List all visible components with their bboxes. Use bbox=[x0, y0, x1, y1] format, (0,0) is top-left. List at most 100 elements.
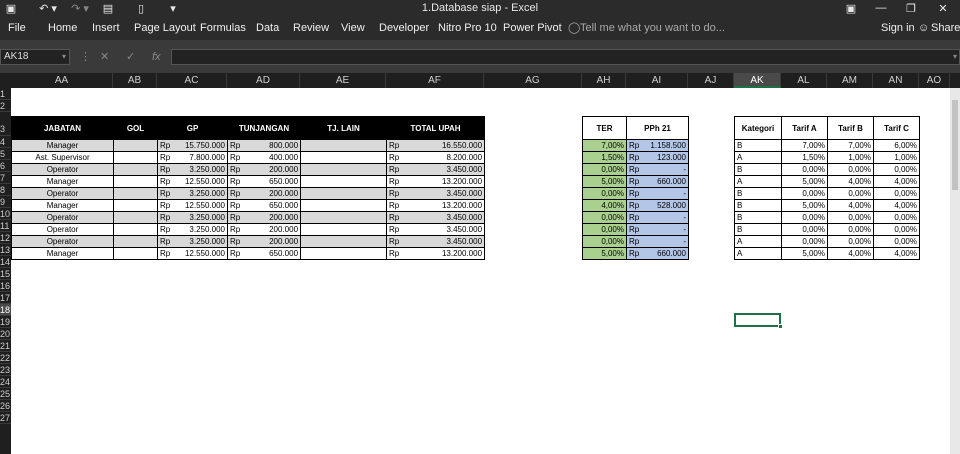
column-header[interactable]: AJ bbox=[688, 73, 734, 88]
currency-cell[interactable]: Rp bbox=[626, 211, 643, 224]
currency-cell[interactable]: Rp bbox=[626, 223, 643, 236]
row-header[interactable]: 24 bbox=[0, 376, 11, 388]
tab-insert[interactable]: Insert bbox=[92, 16, 120, 40]
ter-cell[interactable]: 0,00% bbox=[582, 235, 627, 248]
currency-cell[interactable]: Rp bbox=[227, 151, 243, 164]
expand-formula-icon[interactable]: ▾ bbox=[953, 52, 957, 61]
row-header[interactable]: 15 bbox=[0, 268, 11, 280]
currency-cell[interactable]: Rp bbox=[626, 199, 643, 212]
tunjangan-cell[interactable]: 200.000 bbox=[242, 187, 302, 200]
tarif-b-cell[interactable]: 4,00% bbox=[827, 199, 874, 212]
tj-lain-cell[interactable] bbox=[300, 211, 388, 224]
tarif-b-cell[interactable]: 1,00% bbox=[827, 151, 874, 164]
tarif-a-cell[interactable]: 7,00% bbox=[781, 139, 828, 152]
row-header[interactable]: 22 bbox=[0, 352, 11, 364]
currency-cell[interactable]: Rp bbox=[626, 163, 643, 176]
currency-cell[interactable]: Rp bbox=[157, 235, 173, 248]
kategori-cell[interactable]: B bbox=[734, 223, 782, 236]
row-header[interactable]: 27 bbox=[0, 412, 11, 424]
column-header[interactable]: AL bbox=[781, 73, 827, 88]
tab-developer[interactable]: Developer bbox=[379, 16, 429, 40]
gp-cell[interactable]: 3.250.000 bbox=[172, 187, 228, 200]
jabatan-cell[interactable]: Operator bbox=[11, 223, 114, 236]
currency-cell[interactable]: Rp bbox=[227, 199, 243, 212]
tj-lain-cell[interactable] bbox=[300, 235, 388, 248]
column-header[interactable]: AM bbox=[827, 73, 873, 88]
gp-cell[interactable]: 3.250.000 bbox=[172, 223, 228, 236]
tarif-c-cell[interactable]: 0,00% bbox=[873, 187, 920, 200]
pph21-cell[interactable]: 660.000 bbox=[642, 247, 689, 260]
row-header[interactable]: 23 bbox=[0, 364, 11, 376]
tj-lain-cell[interactable] bbox=[300, 247, 388, 260]
column-header[interactable]: AO bbox=[919, 73, 950, 88]
gol-cell[interactable] bbox=[113, 235, 158, 248]
currency-cell[interactable]: Rp bbox=[157, 187, 173, 200]
gol-cell[interactable] bbox=[113, 199, 158, 212]
gol-cell[interactable] bbox=[113, 247, 158, 260]
pph21-cell[interactable]: - bbox=[642, 211, 689, 224]
minimize-icon[interactable]: — bbox=[866, 0, 896, 16]
pph21-cell[interactable]: - bbox=[642, 163, 689, 176]
close-icon[interactable]: ✕ bbox=[928, 0, 958, 16]
currency-cell[interactable]: Rp bbox=[626, 175, 643, 188]
tarif-a-cell[interactable]: 0,00% bbox=[781, 223, 828, 236]
more-options-icon[interactable]: ⋮ bbox=[80, 49, 91, 65]
ter-cell[interactable]: 5,00% bbox=[582, 175, 627, 188]
total-upah-cell[interactable]: 13.200.000 bbox=[401, 175, 486, 188]
column-header[interactable]: AC bbox=[157, 73, 227, 88]
currency-cell[interactable]: Rp bbox=[227, 223, 243, 236]
gp-cell[interactable]: 3.250.000 bbox=[172, 235, 228, 248]
currency-cell[interactable]: Rp bbox=[386, 151, 402, 164]
name-box[interactable]: AK18 ▾ bbox=[0, 49, 70, 65]
gp-cell[interactable]: 7.800.000 bbox=[172, 151, 228, 164]
tarif-a-cell[interactable]: 5,00% bbox=[781, 247, 828, 260]
currency-cell[interactable]: Rp bbox=[227, 247, 243, 260]
kategori-cell[interactable]: B bbox=[734, 187, 782, 200]
pph21-cell[interactable]: - bbox=[642, 223, 689, 236]
currency-cell[interactable]: Rp bbox=[227, 211, 243, 224]
currency-cell[interactable]: Rp bbox=[386, 199, 402, 212]
tarif-c-cell[interactable]: 4,00% bbox=[873, 175, 920, 188]
total-upah-cell[interactable]: 3.450.000 bbox=[401, 187, 486, 200]
tarif-c-cell[interactable]: 1,00% bbox=[873, 151, 920, 164]
row-header[interactable]: 25 bbox=[0, 388, 11, 400]
row-header[interactable]: 19 bbox=[0, 316, 11, 328]
total-upah-cell[interactable]: 3.450.000 bbox=[401, 211, 486, 224]
tarif-b-cell[interactable]: 4,00% bbox=[827, 247, 874, 260]
row-header[interactable]: 21 bbox=[0, 340, 11, 352]
enter-icon[interactable]: ✓ bbox=[126, 49, 135, 65]
kategori-cell[interactable]: A bbox=[734, 235, 782, 248]
tab-home[interactable]: Home bbox=[48, 16, 77, 40]
tarif-a-cell[interactable]: 5,00% bbox=[781, 175, 828, 188]
currency-cell[interactable]: Rp bbox=[227, 139, 243, 152]
worksheet-grid[interactable]: JABATAN GOL GP TUNJANGAN TJ. LAIN TOTAL … bbox=[11, 88, 950, 454]
currency-cell[interactable]: Rp bbox=[386, 235, 402, 248]
tab-data[interactable]: Data bbox=[256, 16, 279, 40]
row-header[interactable]: 3 bbox=[0, 112, 11, 136]
row-header[interactable]: 9 bbox=[0, 196, 11, 208]
select-all-corner[interactable] bbox=[0, 73, 11, 88]
gol-cell[interactable] bbox=[113, 151, 158, 164]
currency-cell[interactable]: Rp bbox=[386, 223, 402, 236]
currency-cell[interactable]: Rp bbox=[626, 139, 643, 152]
tarif-c-cell[interactable]: 0,00% bbox=[873, 163, 920, 176]
gp-cell[interactable]: 12.550.000 bbox=[172, 175, 228, 188]
tarif-c-cell[interactable]: 0,00% bbox=[873, 223, 920, 236]
column-header[interactable]: AH bbox=[582, 73, 626, 88]
jabatan-cell[interactable]: Ast. Supervisor bbox=[11, 151, 114, 164]
share-button[interactable]: Share bbox=[931, 16, 960, 40]
row-header[interactable]: 10 bbox=[0, 208, 11, 220]
insert-function-icon[interactable]: fx bbox=[152, 49, 161, 65]
tj-lain-cell[interactable] bbox=[300, 223, 388, 236]
kategori-cell[interactable]: A bbox=[734, 175, 782, 188]
gol-cell[interactable] bbox=[113, 211, 158, 224]
currency-cell[interactable]: Rp bbox=[157, 151, 173, 164]
tarif-c-cell[interactable]: 0,00% bbox=[873, 235, 920, 248]
jabatan-cell[interactable]: Operator bbox=[11, 163, 114, 176]
tarif-a-cell[interactable]: 1,50% bbox=[781, 151, 828, 164]
total-upah-cell[interactable]: 16.550.000 bbox=[401, 139, 486, 152]
ter-cell[interactable]: 0,00% bbox=[582, 223, 627, 236]
ribbon-display-icon[interactable]: ▣ bbox=[836, 0, 866, 16]
column-header[interactable]: AA bbox=[11, 73, 113, 88]
row-header[interactable]: 4 bbox=[0, 136, 11, 148]
